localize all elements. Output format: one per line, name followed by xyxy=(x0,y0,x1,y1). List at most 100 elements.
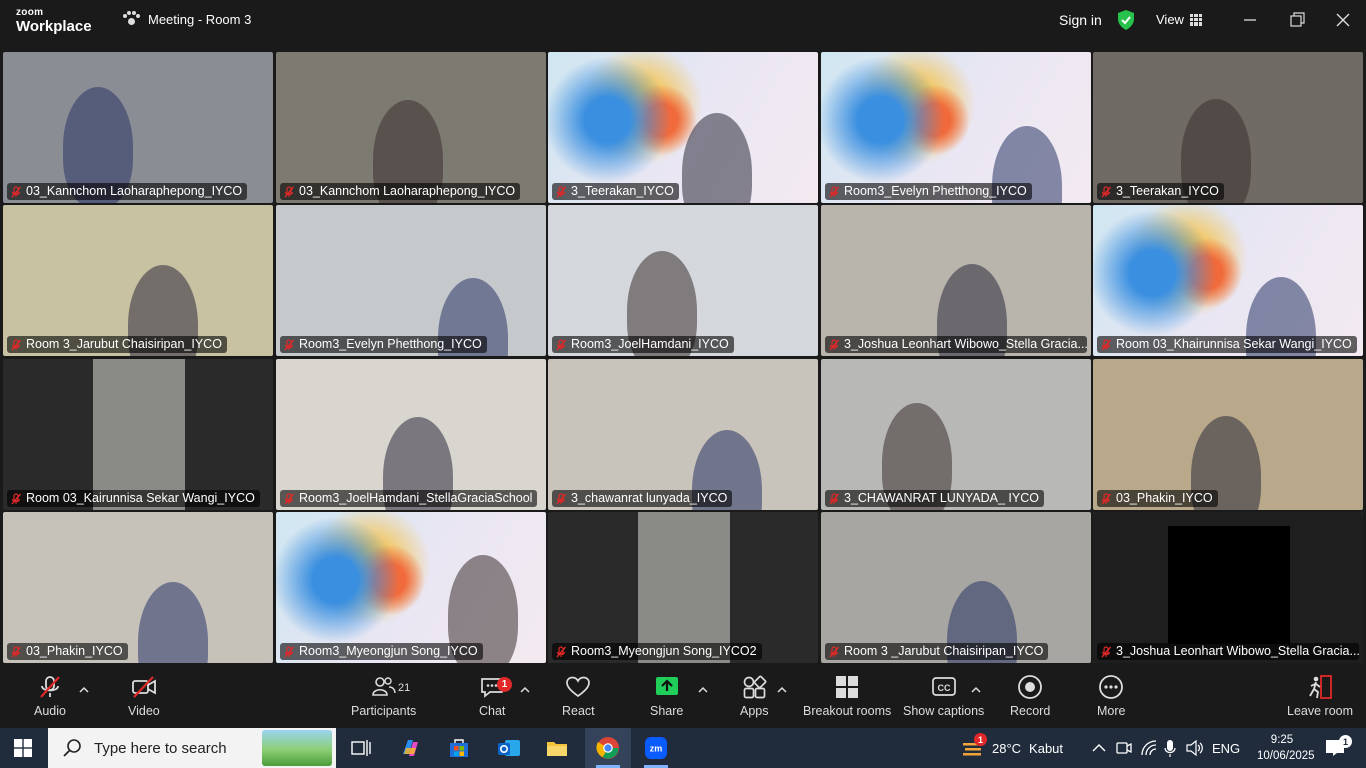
breakout-rooms-label: Breakout rooms xyxy=(803,704,892,718)
taskbar-search[interactable]: Type here to search xyxy=(48,728,336,768)
task-view-icon[interactable] xyxy=(349,736,373,760)
more-button[interactable]: More xyxy=(1097,674,1125,718)
video-feed-inner xyxy=(1168,526,1290,644)
meeting-info[interactable]: Meeting - Room 3 xyxy=(122,11,251,27)
participant-name: 03_Phakin_IYCO xyxy=(1116,491,1213,505)
grid-view-icon xyxy=(1189,13,1202,26)
video-tile[interactable]: 03_Kannchom Laoharaphepong_IYCO xyxy=(276,52,546,203)
video-tile[interactable]: Room3_JoelHamdani_IYCO xyxy=(548,205,818,356)
video-tile[interactable]: Room 03_Khairunnisa Sekar Wangi_IYCO xyxy=(1093,205,1363,356)
participant-name: 03_Kannchom Laoharaphepong_IYCO xyxy=(299,184,516,198)
network-icon[interactable] xyxy=(1140,739,1158,757)
audio-caret-icon[interactable] xyxy=(79,686,89,694)
show-captions-button[interactable]: CC Show captions xyxy=(903,674,984,718)
video-tile[interactable]: 03_Kannchom Laoharaphepong_IYCO xyxy=(3,52,273,203)
mic-muted-icon xyxy=(556,338,567,350)
close-icon[interactable] xyxy=(1333,10,1353,30)
zoom-app-icon[interactable]: zm xyxy=(644,736,668,760)
apps-label: Apps xyxy=(740,704,769,718)
video-tray-icon[interactable] xyxy=(1115,738,1133,758)
svg-text:CC: CC xyxy=(937,683,950,693)
participant-name-tag: Room3_Myeongjun Song_IYCO2 xyxy=(552,643,762,660)
video-tile[interactable]: Room 3 _Jarubut Chaisiripan_IYCO xyxy=(821,512,1091,663)
more-label: More xyxy=(1097,704,1126,718)
search-placeholder: Type here to search xyxy=(94,739,227,757)
participant-name-tag: 3_CHAWANRAT LUNYADA_ IYCO xyxy=(825,490,1044,507)
leave-room-label: Leave room xyxy=(1287,704,1354,718)
restore-icon[interactable] xyxy=(1287,10,1307,30)
participant-name: Room3_Myeongjun Song_IYCO2 xyxy=(571,644,757,658)
weather-temp: 28°C xyxy=(992,740,1022,756)
participant-name-tag: 3_Joshua Leonhart Wibowo_Stella Gracia..… xyxy=(1097,643,1359,660)
video-tile[interactable]: 3_CHAWANRAT LUNYADA_ IYCO xyxy=(821,359,1091,510)
video-tile[interactable]: 3_Joshua Leonhart Wibowo_Stella Gracia..… xyxy=(1093,512,1363,663)
participants-button[interactable]: Participants xyxy=(351,674,416,718)
share-caret-icon[interactable] xyxy=(698,686,708,694)
participant-name-tag: Room 03_Kairunnisa Sekar Wangi_IYCO xyxy=(7,490,260,507)
participant-name: Room3_JoelHamdani_IYCO xyxy=(571,337,729,351)
language-indicator[interactable]: ENG xyxy=(1212,728,1240,768)
chevron-up-icon[interactable] xyxy=(1092,742,1106,754)
svg-text:zm: zm xyxy=(650,744,663,754)
chat-caret-icon[interactable] xyxy=(520,686,530,694)
video-label: Video xyxy=(128,704,160,718)
video-tile[interactable]: 3_Teerakan_IYCO xyxy=(1093,52,1363,203)
video-tile[interactable]: 3_Teerakan_IYCO xyxy=(548,52,818,203)
video-tile[interactable]: 03_Phakin_IYCO xyxy=(3,512,273,663)
participant-name: 3_Teerakan_IYCO xyxy=(571,184,674,198)
microsoft-store-icon[interactable] xyxy=(447,736,471,760)
video-tile[interactable]: Room 03_Kairunnisa Sekar Wangi_IYCO xyxy=(3,359,273,510)
video-tile[interactable]: Room 3_Jarubut Chaisiripan_IYCO xyxy=(3,205,273,356)
participant-name-tag: 03_Phakin_IYCO xyxy=(1097,490,1218,507)
participant-name: 3_chawanrat lunyada_IYCO xyxy=(571,491,728,505)
windows-start-icon[interactable] xyxy=(14,739,32,757)
share-button[interactable]: Share xyxy=(650,674,683,718)
shield-check-icon[interactable] xyxy=(1117,10,1135,30)
apps-caret-icon[interactable] xyxy=(777,686,787,694)
participant-name-tag: Room 03_Khairunnisa Sekar Wangi_IYCO xyxy=(1097,336,1357,353)
mic-muted-icon xyxy=(1101,492,1112,504)
video-feed xyxy=(1093,205,1363,356)
mic-muted-icon xyxy=(284,338,295,350)
video-tile[interactable]: Room3_JoelHamdani_StellaGraciaSchool xyxy=(276,359,546,510)
file-explorer-icon[interactable] xyxy=(545,736,569,760)
microphone-tray-icon[interactable] xyxy=(1163,738,1177,758)
record-button[interactable]: Record xyxy=(1010,674,1050,718)
audio-label: Audio xyxy=(34,704,66,718)
apps-button[interactable]: Apps xyxy=(740,674,769,718)
chrome-icon[interactable] xyxy=(596,736,620,760)
minimize-icon[interactable] xyxy=(1240,10,1260,30)
view-button[interactable]: View xyxy=(1156,12,1202,27)
video-tile[interactable]: Room3_Myeongjun Song_IYCO2 xyxy=(548,512,818,663)
weather-widget[interactable]: 1 28°C Kabut xyxy=(960,728,1063,768)
sign-in-link[interactable]: Sign in xyxy=(1059,12,1102,28)
outlook-icon[interactable] xyxy=(497,736,521,760)
video-button[interactable]: Video xyxy=(128,674,160,718)
mic-muted-icon xyxy=(284,492,295,504)
video-tile[interactable]: Room3_Myeongjun Song_IYCO xyxy=(276,512,546,663)
copilot-icon[interactable] xyxy=(399,736,423,760)
mic-muted-icon xyxy=(829,492,840,504)
participant-name: Room 03_Khairunnisa Sekar Wangi_IYCO xyxy=(1116,337,1352,351)
mic-muted-icon xyxy=(284,185,295,197)
mic-muted-icon xyxy=(11,338,22,350)
video-tile[interactable]: Room3_Evelyn Phetthong_IYCO xyxy=(276,205,546,356)
leave-room-button[interactable]: Leave room xyxy=(1287,674,1353,718)
react-button[interactable]: React xyxy=(562,674,595,718)
record-label: Record xyxy=(1010,704,1051,718)
volume-icon[interactable] xyxy=(1185,739,1205,757)
captions-caret-icon[interactable] xyxy=(971,686,981,694)
video-tile[interactable]: Room3_Evelyn Phetthong_IYCO xyxy=(821,52,1091,203)
breakout-rooms-button[interactable]: Breakout rooms xyxy=(803,674,891,718)
share-screen-icon xyxy=(655,677,678,695)
mic-muted-icon xyxy=(1101,645,1112,657)
system-clock[interactable]: 9:25 10/06/2025 xyxy=(1257,732,1315,764)
video-tile[interactable]: 03_Phakin_IYCO xyxy=(1093,359,1363,510)
video-tile[interactable]: 3_chawanrat lunyada_IYCO xyxy=(548,359,818,510)
mic-muted-icon xyxy=(829,645,840,657)
audio-button[interactable]: Audio xyxy=(34,674,66,718)
mic-muted-icon xyxy=(556,185,567,197)
video-tile[interactable]: 3_Joshua Leonhart Wibowo_Stella Gracia..… xyxy=(821,205,1091,356)
participant-name-tag: 3_Teerakan_IYCO xyxy=(552,183,679,200)
video-feed-inner xyxy=(93,359,185,510)
